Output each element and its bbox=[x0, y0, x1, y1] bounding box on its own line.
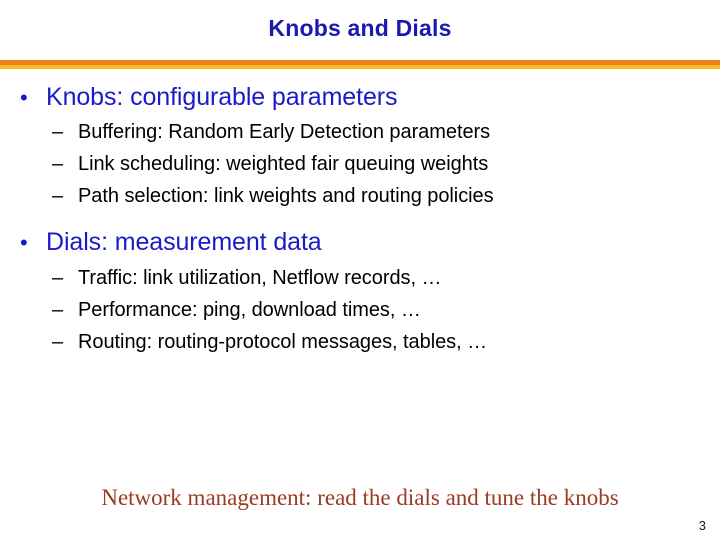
bullet-group-dials: • Dials: measurement data – Traffic: lin… bbox=[0, 227, 720, 355]
bullet-label-dials: Dials: measurement data bbox=[46, 228, 322, 257]
bullet-item-dials: • Dials: measurement data bbox=[0, 227, 720, 258]
sub-bullet-item-traffic: – Traffic: link utilization, Netflow rec… bbox=[0, 265, 720, 292]
title-area: Knobs and Dials bbox=[0, 15, 720, 41]
sub-bullet-item-link-scheduling: – Link scheduling: weighted fair queuing… bbox=[0, 151, 720, 178]
sub-bullet-label-traffic: Traffic: link utilization, Netflow recor… bbox=[78, 266, 442, 289]
sub-bullet-item-path-selection: – Path selection: link weights and routi… bbox=[0, 183, 720, 210]
bullet-dot-icon: • bbox=[20, 85, 28, 110]
dash-marker-icon: – bbox=[52, 298, 64, 321]
takeaway-area: Network management: read the dials and t… bbox=[0, 484, 720, 512]
sub-bullet-item-buffering: – Buffering: Random Early Detection para… bbox=[0, 119, 720, 146]
takeaway-text: Network management: read the dials and t… bbox=[101, 485, 619, 510]
sub-bullet-item-routing: – Routing: routing-protocol messages, ta… bbox=[0, 329, 720, 356]
sub-bullet-item-performance: – Performance: ping, download times, … bbox=[0, 297, 720, 324]
dash-marker-icon: – bbox=[52, 266, 64, 289]
dash-marker-icon: – bbox=[52, 121, 64, 144]
bullet-group-knobs: • Knobs: configurable parameters – Buffe… bbox=[0, 82, 720, 210]
divider-band-bottom bbox=[0, 65, 720, 69]
page-title: Knobs and Dials bbox=[268, 15, 452, 41]
bullet-item-knobs: • Knobs: configurable parameters bbox=[0, 82, 720, 113]
page-number: 3 bbox=[698, 518, 706, 533]
sub-bullet-label-routing: Routing: routing-protocol messages, tabl… bbox=[78, 330, 488, 353]
sub-bullet-label-link-scheduling: Link scheduling: weighted fair queuing w… bbox=[78, 153, 489, 176]
sub-bullet-label-buffering: Buffering: Random Early Detection parame… bbox=[78, 121, 491, 144]
dash-marker-icon: – bbox=[52, 185, 64, 208]
sub-bullet-label-path-selection: Path selection: link weights and routing… bbox=[78, 185, 494, 208]
bullet-label-knobs: Knobs: configurable parameters bbox=[46, 83, 398, 111]
title-divider-rule bbox=[0, 60, 720, 69]
dash-marker-icon: – bbox=[52, 330, 64, 353]
dash-marker-icon: – bbox=[52, 153, 64, 176]
sub-bullet-label-performance: Performance: ping, download times, … bbox=[78, 298, 421, 321]
bullet-dot-icon: • bbox=[20, 230, 28, 256]
bullet-list: • Knobs: configurable parameters – Buffe… bbox=[0, 82, 720, 361]
slide: Knobs and Dials • Knobs: configurable pa… bbox=[0, 0, 720, 540]
